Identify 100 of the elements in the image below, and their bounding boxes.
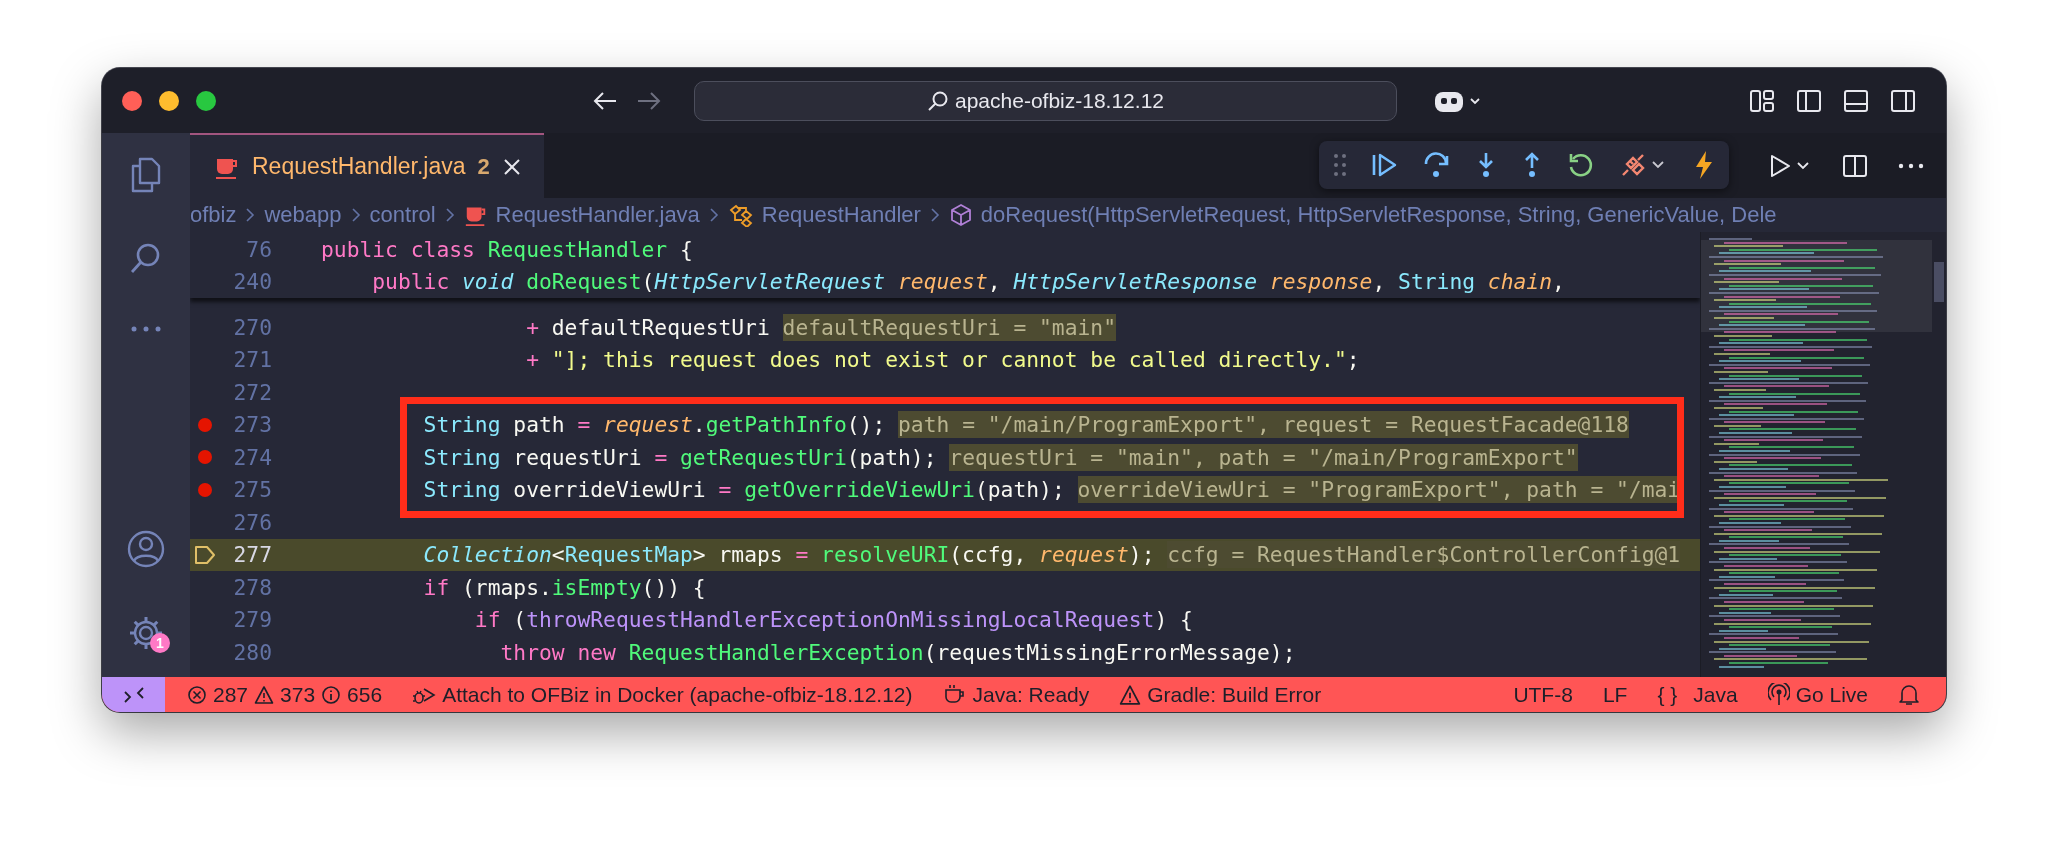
chevron-right-icon [349,206,362,224]
code-token: if [422,574,450,600]
coffee-cup-icon [942,683,967,706]
run-icon[interactable] [1768,152,1812,179]
code-token: String [422,444,501,470]
forward-arrow-icon[interactable] [636,89,662,112]
code-token: < [551,542,565,568]
code-token: (ccfg, [949,542,1028,568]
info-icon [321,684,342,705]
info-count: 656 [347,682,383,707]
line-number: 274 [232,444,272,470]
code-token: defaultRequestUri [551,314,771,340]
code-token: request [602,412,693,438]
code-token: (requestMissingErrorMessage); [923,639,1296,665]
remote-indicator[interactable] [102,677,165,712]
code-token: (rmaps. [461,574,552,600]
code-token: isEmpty [551,574,642,600]
status-item[interactable]: UTF-8 [1513,682,1573,707]
code-token: ()) { [641,574,706,600]
toggle-panel-icon[interactable] [1843,87,1869,114]
continue-icon[interactable] [1371,152,1399,178]
code-token: (); [846,412,887,438]
drag-handle-icon[interactable] [1333,153,1347,177]
code-token: "]; this request does not exist or cannot be called directly." [551,347,1347,373]
error-count: 287 [213,682,249,707]
code-token: getOverrideViewUri [743,477,975,503]
inline-value-hint: path = "/main/ProgramExport", request = RequestFacade@118 [898,411,1629,439]
line-number: 277 [232,542,272,568]
code-token: throw new [499,639,616,665]
code-token: Collection [422,542,552,568]
warning-icon [1119,683,1142,706]
code-token: getRequestUri [679,444,847,470]
line-number: 279 [232,607,272,633]
status-item[interactable]: Gradle: Build Error [1119,682,1322,707]
step-over-icon[interactable] [1423,151,1451,179]
breadcrumb-item[interactable]: doRequest(HttpServletRequest, HttpServletResponse, String, GenericValue, Dele [980,202,1777,228]
code-token: (path); [846,444,938,470]
scrollbar-thumb[interactable] [1934,262,1944,302]
code-token: RequestHandlerException [627,639,924,665]
breadcrumb-item[interactable]: RequestHandler.java [495,202,700,228]
breakpoint-dot[interactable] [198,417,212,432]
breakpoint-dot[interactable] [198,482,212,497]
problems-status[interactable]: 287 373 656 [187,682,383,707]
code-token: ; [1346,347,1360,373]
status-item[interactable]: Attach to OFBiz in Docker (apache-ofbiz-18.12.12) [412,682,913,707]
chevron-right-icon [707,206,720,224]
line-number: 76 [245,236,272,262]
line-number: 275 [232,477,272,503]
close-icon[interactable] [501,156,522,177]
chevron-right-icon [443,206,456,224]
inline-value-hint: ccfg = RequestHandler$ControllerConfig@1 [1167,541,1681,569]
split-editor-icon[interactable] [1842,152,1868,179]
breadcrumb-item[interactable]: ofbiz [190,202,237,228]
toggle-secondary-sidebar-icon[interactable] [1890,87,1916,114]
account-icon[interactable] [126,529,166,569]
code-token: String [422,477,501,503]
code-token: ) { [1154,607,1193,633]
code-token: path [512,412,566,438]
code-token: > rmaps [692,542,784,568]
back-arrow-icon[interactable] [592,89,618,112]
breadcrumb-item[interactable]: webapp [264,202,342,228]
lightning-icon[interactable] [1693,150,1715,180]
command-center-field[interactable]: apache-ofbiz-18.12.12 [694,80,1397,121]
line-number: 272 [232,379,272,405]
code-token: + [525,347,540,373]
warning-icon [254,684,275,705]
code-token: requestUri [512,444,643,470]
code-token: String [422,412,501,438]
code-token: = [577,412,591,438]
code-line: public void doRequest(HttpServletRequest request, HttpServletResponse response, String chain, [371,269,1565,295]
code-token: ); [1128,542,1156,568]
close-window-button[interactable] [122,90,142,111]
inline-value-hint: defaultRequestUri = "main" [782,313,1116,341]
code-token: getPathInfo [705,412,847,438]
zoom-window-button[interactable] [196,90,216,111]
code-token: overrideViewUri [512,477,707,503]
line-number: 271 [232,347,272,373]
minimize-window-button[interactable] [159,90,179,111]
code-token: resolveURI [820,542,950,568]
inline-value-hint: requestUri = "main", path = "/main/ProgramExport" [949,443,1578,471]
search-icon [927,89,949,112]
code-token: throwRequestHandlerExceptionOnMissingLocalRequest [526,607,1155,633]
breakpoint-dot[interactable] [198,450,212,465]
breadcrumb-item[interactable]: RequestHandler [761,202,921,228]
warning-count: 373 [280,682,316,707]
breadcrumb-item[interactable]: control [369,202,436,228]
restart-icon[interactable] [1567,151,1595,179]
status-item[interactable]: Java: Ready [942,682,1090,707]
customize-layout-icon[interactable] [1749,87,1775,114]
editor-tab[interactable]: RequestHandler.java 2 [190,133,544,198]
status-item[interactable]: { } Java [1657,682,1738,707]
status-item[interactable]: Go Live [1767,682,1868,707]
code-token: = [718,477,732,503]
more-actions-icon[interactable] [1898,161,1924,170]
line-number: 276 [232,509,272,535]
code-token: (path); [974,477,1066,503]
status-item[interactable]: LF [1602,682,1628,707]
chevron-right-icon [928,206,941,224]
notification-bell-icon[interactable] [1898,682,1920,707]
toggle-sidebar-icon[interactable] [1796,87,1822,114]
